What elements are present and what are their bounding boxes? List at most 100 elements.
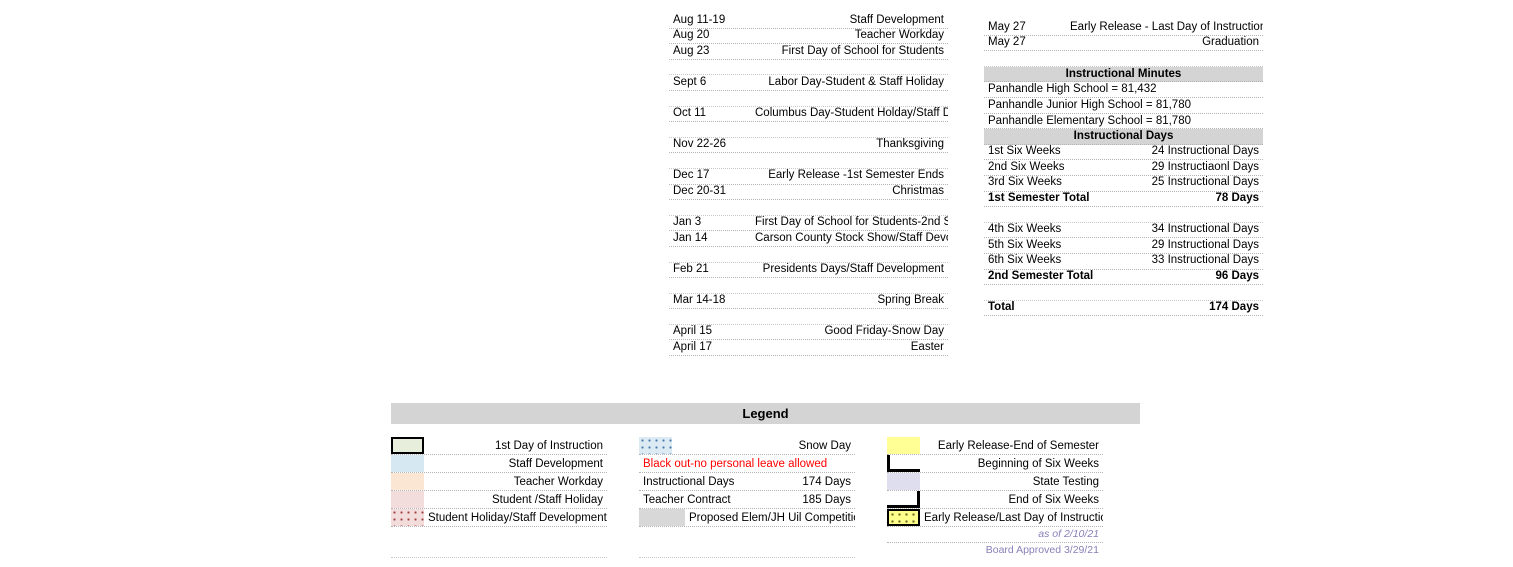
date-label: Dec 17 [673,169,710,182]
legend-item-label: Black out-no personal leave allowed [643,458,828,470]
event-label: Early Release - Last Day of Instruction [1070,20,1263,33]
date-label: Nov 22-26 [673,138,727,151]
date-row: April 15 Good Friday-Snow Day [669,325,948,341]
row-spacer [391,543,607,559]
row-spacer [639,543,855,559]
event-label: Early Release -1st Semester Ends [768,169,944,182]
student-staff-holiday-swatch [391,491,424,508]
date-row: Dec 17 Early Release -1st Semester Ends [669,169,948,185]
six-weeks-label: 6th Six Weeks [988,254,1062,267]
date-label: Sept 6 [673,75,707,88]
row-spacer [669,122,948,138]
event-label: Labor Day-Student & Staff Holiday [768,75,944,88]
legend-item: 1st Day of Instruction [391,437,607,455]
date-label: Aug 11-19 [673,13,726,26]
event-label: Thanksgiving [876,138,944,151]
legend-item-label: Student /Staff Holiday [491,494,603,506]
row-spacer [639,527,855,543]
row-spacer [984,51,1263,67]
legend-item-label: End of Six Weeks [1008,494,1099,506]
six-weeks-label: 5th Six Weeks [988,238,1062,251]
six-weeks-row: 5th Six Weeks 29 Instructional Days [984,238,1263,254]
board-approved-date: Board Approved 3/29/21 [985,544,1099,556]
legend-item-label: Student Holiday/Staff Development [428,512,607,524]
row-spacer [669,278,948,294]
legend-item-label: Staff Development [508,458,603,470]
event-label: First Day of School for Students-2nd Sem… [755,216,948,229]
event-label: Staff Development [849,13,944,26]
row-spacer [391,527,607,543]
legend-item: Proposed Elem/JH Uil Competition [639,509,855,527]
early-release-end-semester-swatch [887,437,920,454]
row-spacer [984,285,1263,301]
event-label: Columbus Day-Student Holday/Staff Dev. [755,107,948,120]
key-summary-right-column: May 27 Early Release - Last Day of Instr… [984,20,1263,317]
calendar-key-page: Aug 11-19 Staff Development Aug 20 Teach… [0,0,1513,567]
end-six-weeks-swatch [887,491,920,508]
instructional-minutes-row: Panhandle Junior High School = 81,780 [984,98,1263,114]
six-weeks-row: 1st Six Weeks 24 Instructional Days [984,145,1263,161]
date-row: Sept 6 Labor Day-Student & Staff Holiday [669,75,948,91]
legend-item-label: Teacher Workday [513,476,603,488]
date-row: May 27 Early Release - Last Day of Instr… [984,20,1263,36]
beginning-six-weeks-swatch [887,455,920,472]
row-spacer [669,309,948,325]
date-label: Jan 3 [673,216,702,229]
legend-item-label: Early Release-End of Semester [937,440,1099,452]
legend-item-value: 185 Days [802,494,851,506]
legend-item: Black out-no personal leave allowed [639,455,855,473]
date-label: April 15 [673,325,712,338]
legend-item-label: Snow Day [798,440,851,452]
semester-total-row: 2nd Semester Total 96 Days [984,270,1263,286]
staff-development-swatch [391,455,424,472]
legend-item: Early Release-End of Semester [887,437,1103,455]
date-label: May 27 [988,20,1026,33]
date-row: Nov 22-26 Thanksgiving [669,138,948,154]
early-release-last-day-swatch [887,509,920,526]
six-weeks-label: 2nd Six Weeks [988,160,1065,173]
event-label: Carson County Stock Show/Staff Devopment [755,231,948,244]
six-weeks-label: 1st Six Weeks [988,145,1061,158]
legend-item: Snow Day [639,437,855,455]
key-dates-left-column: Aug 11-19 Staff Development Aug 20 Teach… [669,13,948,357]
event-label: Easter [910,340,944,353]
six-weeks-value: 29 Instructiaonl Days [1151,160,1259,173]
snow-day-swatch [639,437,672,454]
semester-total-value: 96 Days [1215,270,1259,282]
six-weeks-value: 33 Instructional Days [1151,254,1259,267]
date-label: April 17 [673,340,712,353]
six-weeks-value: 29 Instructional Days [1151,238,1259,251]
legend-column-1: 1st Day of Instruction Staff Development… [391,437,607,559]
date-row: Feb 21 Presidents Days/Staff Development [669,263,948,279]
six-weeks-label: 4th Six Weeks [988,223,1062,236]
event-label: Presidents Days/Staff Development [762,263,944,275]
semester-total-value: 78 Days [1215,192,1259,205]
six-weeks-label: 3rd Six Weeks [988,176,1062,189]
legend-item-label: State Testing [1032,476,1099,488]
date-row: May 27 Graduation [984,36,1263,52]
legend-item: Student /Staff Holiday [391,491,607,509]
six-weeks-value: 25 Instructional Days [1151,176,1259,189]
student-holiday-staff-development-swatch [391,509,424,526]
event-label: Graduation [1202,36,1259,49]
instructional-minutes-header: Instructional Minutes [984,66,1263,83]
grand-total-label: Total [988,301,1015,314]
legend-item: Teacher Workday [391,473,607,491]
row-spacer [984,207,1263,223]
legend-item-label: 1st Day of Instruction [494,440,603,452]
row-spacer [669,247,948,263]
event-label: Good Friday-Snow Day [824,325,944,338]
six-weeks-row: 6th Six Weeks 33 Instructional Days [984,254,1263,270]
legend-item: Staff Development [391,455,607,473]
six-weeks-row: 3rd Six Weeks 25 Instructional Days [984,176,1263,192]
date-row: Aug 20 Teacher Workday [669,29,948,45]
legend-item: Student Holiday/Staff Development [391,509,607,527]
date-label: Oct 11 [673,107,707,120]
date-label: Feb 21 [673,263,709,275]
six-weeks-value: 24 Instructional Days [1151,145,1259,158]
row-spacer [669,200,948,216]
legend-columns: 1st Day of Instruction Staff Development… [391,437,1140,559]
first-day-swatch [391,437,424,454]
state-testing-swatch [887,473,920,490]
date-row: Aug 23 First Day of School for Students [669,44,948,60]
